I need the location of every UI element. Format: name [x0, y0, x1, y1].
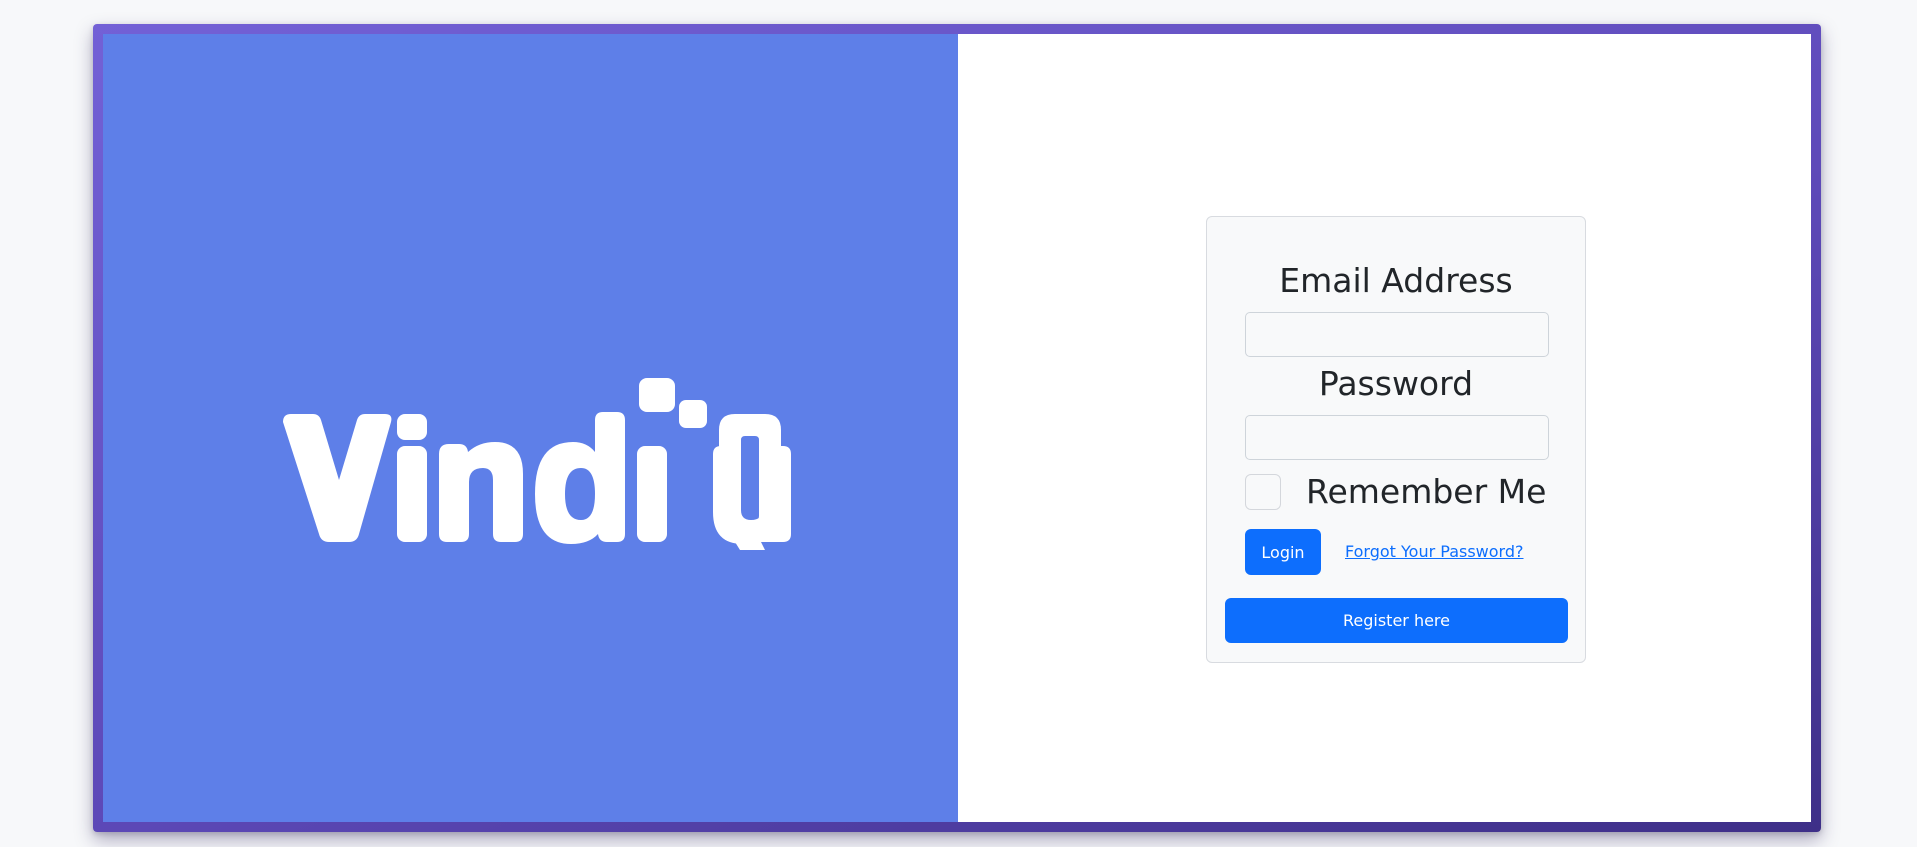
password-input[interactable]: [1245, 415, 1549, 460]
remember-me-label: Remember Me: [1306, 472, 1547, 511]
brand-panel: [103, 34, 958, 822]
login-button[interactable]: Login: [1245, 529, 1321, 575]
vindiqu-logo: [283, 378, 791, 550]
login-panel: Email Address Password Remember Me Login…: [958, 34, 1811, 822]
remember-me-checkbox[interactable]: [1245, 474, 1281, 510]
email-input[interactable]: [1245, 312, 1549, 357]
app-window: Email Address Password Remember Me Login…: [93, 24, 1821, 832]
remember-me-row: Remember Me: [1245, 472, 1546, 512]
email-label: Email Address: [1279, 261, 1513, 300]
vindiqu-logo-mark: [283, 378, 791, 550]
password-label: Password: [1318, 364, 1474, 403]
forgot-password-link[interactable]: Forgot Your Password?: [1345, 541, 1524, 563]
register-button[interactable]: Register here: [1225, 598, 1568, 643]
login-card: Email Address Password Remember Me Login…: [1206, 216, 1586, 663]
